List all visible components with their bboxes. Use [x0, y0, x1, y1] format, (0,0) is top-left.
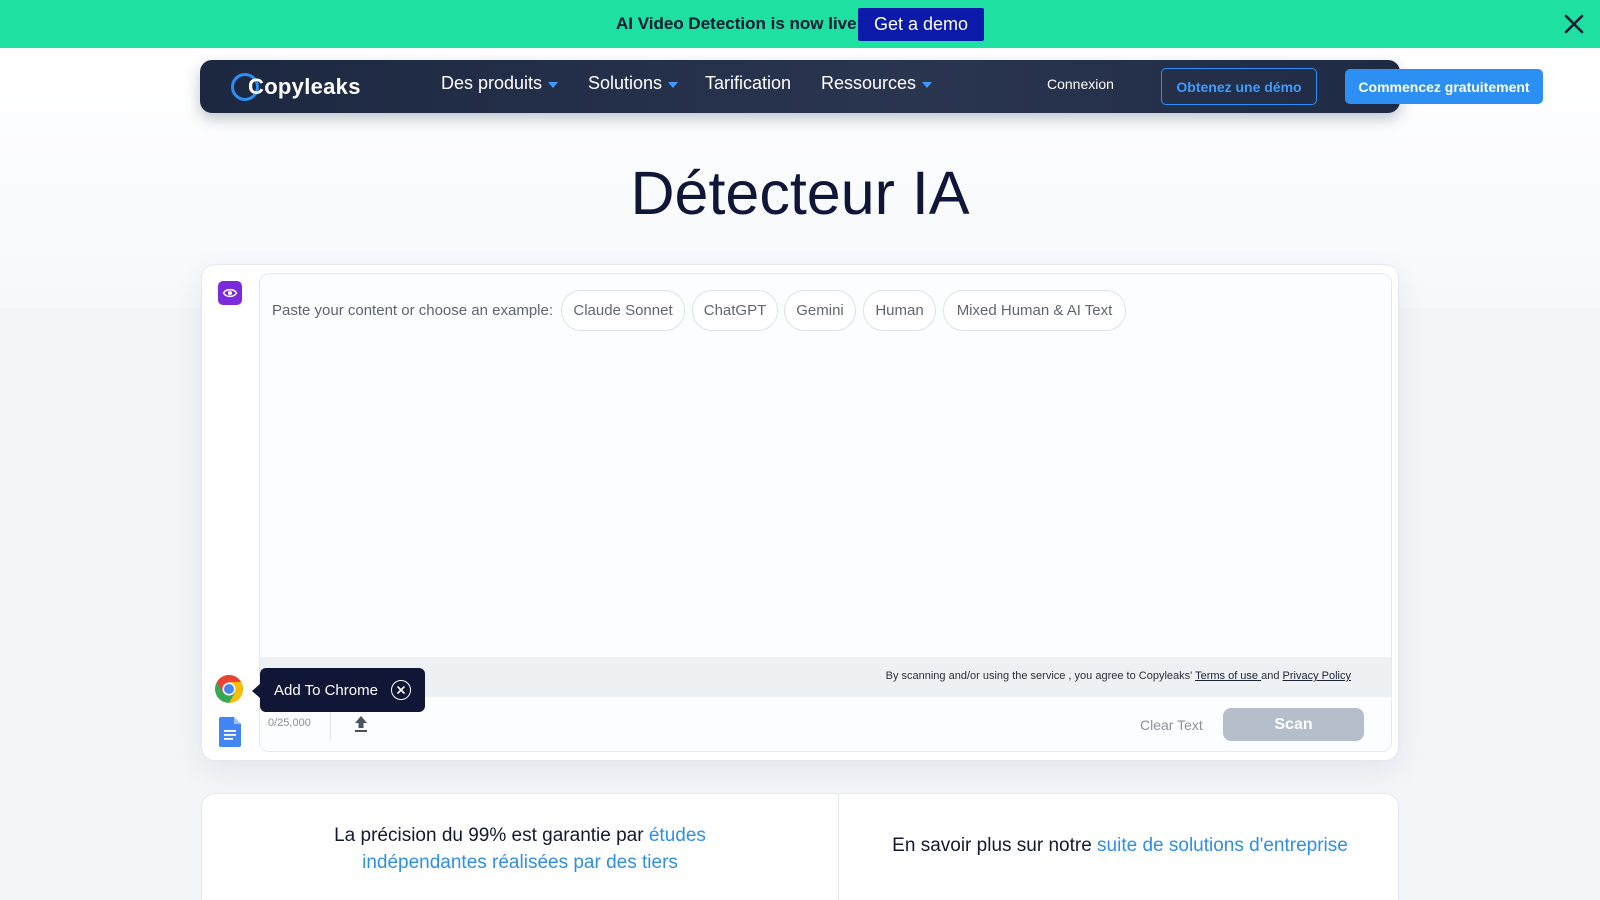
- close-icon[interactable]: [1562, 12, 1586, 36]
- scan-button[interactable]: Scan: [1223, 708, 1364, 741]
- enterprise-info: En savoir plus sur notre suite de soluti…: [860, 835, 1380, 857]
- accuracy-info: La précision du 99% est garantie par étu…: [300, 822, 740, 876]
- request-demo-button[interactable]: Obtenez une démo: [1161, 68, 1317, 105]
- nav-item-label: Solutions: [588, 73, 663, 93]
- example-chip-chatgpt[interactable]: ChatGPT: [692, 290, 778, 331]
- nav-item-pricing[interactable]: Tarification: [705, 73, 791, 94]
- chevron-down-icon: [668, 81, 679, 88]
- nav-item-label: Tarification: [705, 73, 792, 93]
- logo-text: Copyleaks: [248, 74, 361, 99]
- page-title: Détecteur IA: [630, 159, 970, 227]
- add-to-chrome-tooltip[interactable]: Add To Chrome: [252, 668, 425, 712]
- google-docs-icon[interactable]: [219, 717, 241, 747]
- start-free-button[interactable]: Commencez gratuitement: [1345, 69, 1543, 104]
- terms-text: By scanning and/or using the service , y…: [886, 670, 1351, 682]
- tooltip-label: Add To Chrome: [274, 681, 378, 699]
- editor-prompt: Paste your content or choose an example:: [272, 302, 554, 319]
- terms-and: and: [1261, 670, 1283, 682]
- clear-text-button[interactable]: Clear Text: [1140, 717, 1203, 733]
- example-chip-mixed[interactable]: Mixed Human & AI Text: [943, 290, 1126, 331]
- chevron-down-icon: [548, 81, 559, 88]
- example-chip-human[interactable]: Human: [863, 290, 936, 331]
- login-link[interactable]: Connexion: [1047, 76, 1114, 92]
- info-divider: [838, 793, 839, 900]
- nav-item-solutions[interactable]: Solutions: [588, 73, 679, 94]
- nav-item-products[interactable]: Des produits: [441, 73, 559, 94]
- close-icon[interactable]: [391, 680, 411, 700]
- terms-of-use-link[interactable]: Terms of use: [1195, 670, 1261, 682]
- copyleaks-logo[interactable]: Copyleaks: [230, 69, 361, 105]
- get-demo-button[interactable]: Get a demo: [858, 8, 984, 41]
- footer-divider: [330, 707, 331, 741]
- example-chip-claude-sonnet[interactable]: Claude Sonnet: [561, 290, 685, 331]
- eye-icon[interactable]: [218, 281, 242, 305]
- accuracy-text: La précision du 99% est garantie par: [334, 825, 649, 846]
- terms-strip: By scanning and/or using the service , y…: [260, 657, 1391, 697]
- announcement-bar: AI Video Detection is now live Get a dem…: [0, 0, 1600, 48]
- enterprise-text: En savoir plus sur notre: [892, 835, 1098, 856]
- announcement-text: AI Video Detection is now live: [616, 14, 857, 33]
- nav-item-label: Ressources: [821, 73, 917, 93]
- character-counter: 0/25,000: [268, 717, 311, 729]
- terms-prefix: By scanning and/or using the service , y…: [885, 670, 1196, 682]
- example-chip-gemini[interactable]: Gemini: [784, 290, 856, 331]
- chevron-down-icon: [922, 81, 933, 88]
- nav-item-label: Des produits: [441, 73, 543, 93]
- enterprise-solutions-link[interactable]: suite de solutions d'entreprise: [1097, 835, 1348, 856]
- nav-item-resources[interactable]: Ressources: [821, 73, 933, 94]
- upload-icon[interactable]: [352, 714, 370, 734]
- privacy-policy-link[interactable]: Privacy Policy: [1283, 670, 1351, 682]
- chrome-icon[interactable]: [214, 674, 244, 704]
- editor-footer: 0/25,000 Clear Text Scan: [260, 697, 1391, 751]
